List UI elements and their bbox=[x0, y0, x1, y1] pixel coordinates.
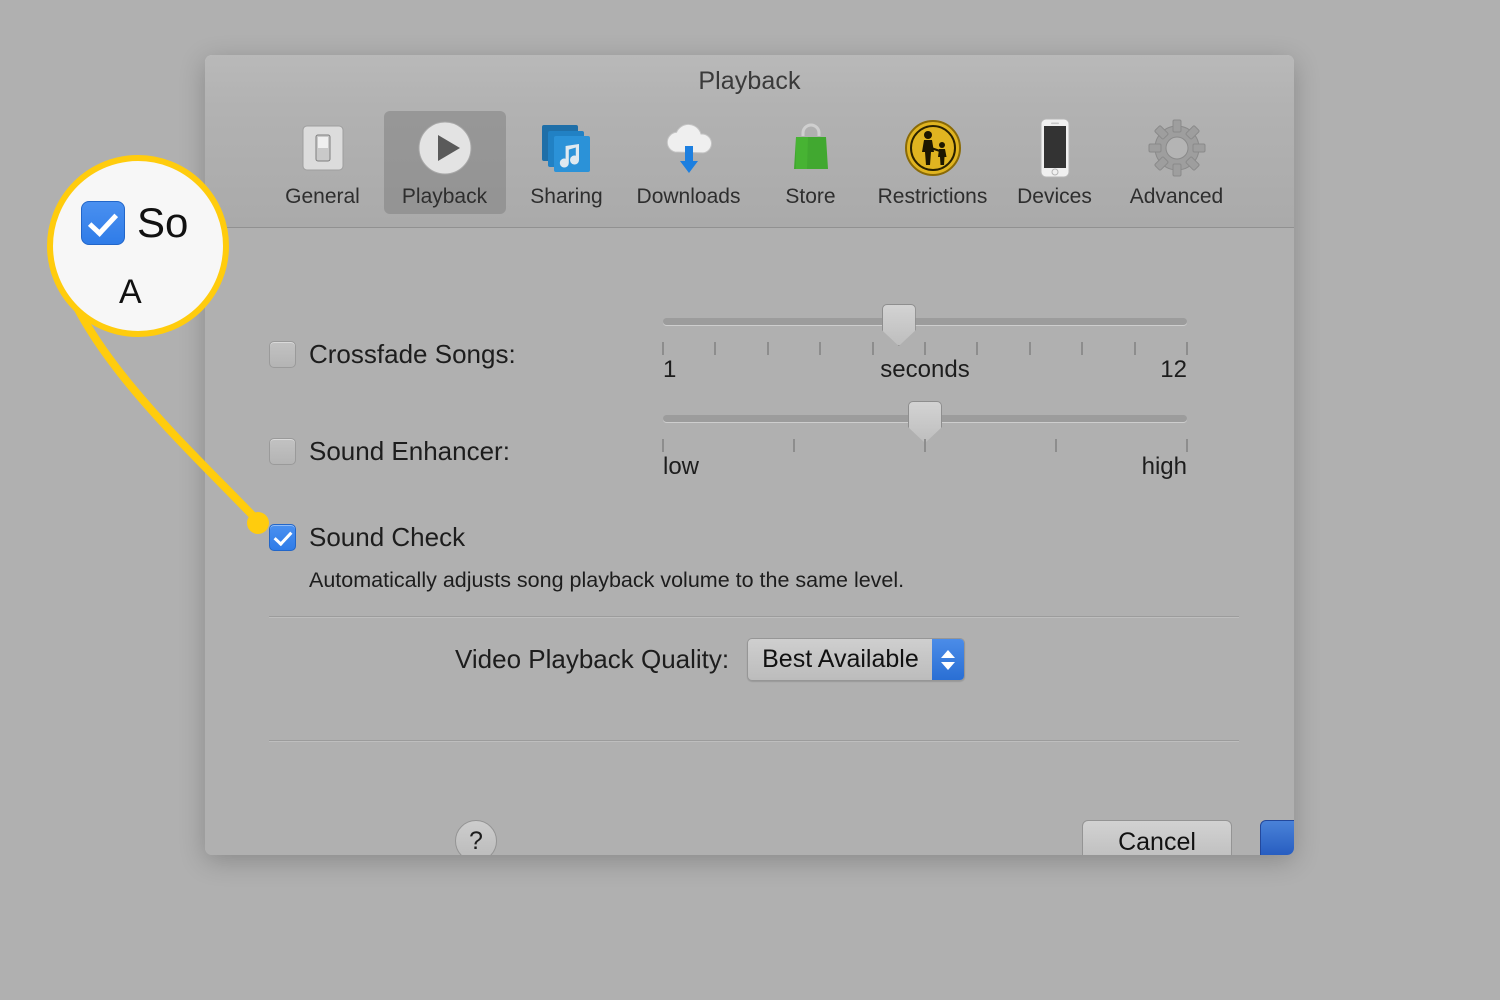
sound-enhancer-max-label: high bbox=[1141, 453, 1187, 480]
toolbar-item-label: Sharing bbox=[530, 185, 603, 208]
slider-tick bbox=[793, 439, 795, 452]
slider-tick bbox=[1055, 439, 1057, 452]
toolbar-item-restrictions[interactable]: Restrictions bbox=[872, 111, 994, 214]
separator-lower bbox=[269, 740, 1239, 742]
sound-enhancer-scale-labels: low high bbox=[663, 453, 1187, 483]
slider-tick bbox=[662, 439, 664, 452]
toolbar-item-label: Advanced bbox=[1129, 185, 1224, 208]
callout-content: So bbox=[81, 199, 188, 247]
magnifier-callout: So A bbox=[47, 155, 229, 337]
callout-zoom-text: So bbox=[137, 199, 189, 246]
chevron-down-icon bbox=[940, 661, 955, 670]
callout-target-dot bbox=[247, 512, 269, 534]
toolbar-item-general[interactable]: General bbox=[262, 111, 384, 214]
sound-enhancer-slider-ticks bbox=[662, 439, 1188, 453]
iphone-icon bbox=[1024, 117, 1086, 179]
slider-tick bbox=[714, 342, 717, 355]
music-stack-icon bbox=[536, 117, 598, 179]
crossfade-songs-row: Crossfade Songs: bbox=[269, 339, 516, 370]
callout-sound-check-checkbox bbox=[81, 201, 125, 245]
slider-tick bbox=[819, 342, 822, 355]
parental-controls-icon bbox=[902, 117, 964, 179]
chevron-up-icon bbox=[940, 649, 955, 658]
sound-enhancer-row: Sound Enhancer: bbox=[269, 436, 510, 467]
sound-enhancer-label: Sound Enhancer: bbox=[309, 436, 510, 466]
crossfade-songs-checkbox[interactable] bbox=[269, 341, 296, 368]
ok-button[interactable]: OK bbox=[1260, 820, 1294, 855]
callout-zoom-subtext: A bbox=[119, 273, 142, 311]
separator-upper bbox=[269, 616, 1239, 618]
gear-icon bbox=[1146, 117, 1208, 179]
toolbar-item-downloads[interactable]: Downloads bbox=[628, 111, 750, 214]
slider-tick bbox=[766, 342, 769, 355]
slider-tick bbox=[662, 342, 664, 355]
toolbar-item-label: Downloads bbox=[636, 185, 741, 208]
toolbar-item-label: Store bbox=[785, 185, 836, 208]
chevron-updown-icon[interactable] bbox=[931, 639, 964, 680]
playback-settings-pane: Crossfade Songs: 1 seconds 12 Sound Enha… bbox=[205, 228, 1294, 855]
toolbar-item-devices[interactable]: Devices bbox=[994, 111, 1116, 214]
crossfade-slider-thumb[interactable] bbox=[881, 304, 916, 346]
slider-tick bbox=[1133, 342, 1136, 355]
slider-tick bbox=[1186, 342, 1188, 355]
toolbar-item-label: Devices bbox=[1017, 185, 1092, 208]
sound-check-description: Automatically adjusts song playback volu… bbox=[309, 568, 905, 592]
slider-tick bbox=[1186, 439, 1188, 452]
window-title: Playback bbox=[698, 66, 801, 95]
cancel-button-label: Cancel bbox=[1118, 827, 1196, 856]
crossfade-unit-label: seconds bbox=[880, 356, 970, 383]
sound-check-row: Sound Check bbox=[269, 522, 465, 553]
sound-enhancer-min-label: low bbox=[663, 453, 700, 480]
help-button-label: ? bbox=[469, 826, 483, 855]
cancel-button[interactable]: Cancel bbox=[1082, 820, 1232, 855]
light-switch-icon bbox=[292, 117, 354, 179]
crossfade-slider-track[interactable] bbox=[663, 318, 1187, 325]
preferences-toolbar: General Playback Sharing Downloads Store… bbox=[205, 107, 1294, 228]
crossfade-songs-label: Crossfade Songs: bbox=[309, 339, 516, 369]
crossfade-slider-ticks bbox=[662, 342, 1188, 356]
slider-tick bbox=[1081, 342, 1084, 355]
video-quality-label: Video Playback Quality: bbox=[455, 644, 730, 674]
video-quality-row: Video Playback Quality: Best Available bbox=[455, 638, 965, 681]
slider-tick bbox=[976, 342, 979, 355]
window-titlebar: Playback bbox=[205, 55, 1294, 107]
video-quality-value: Best Available bbox=[762, 645, 919, 673]
slider-tick bbox=[1028, 342, 1031, 355]
crossfade-min-label: 1 bbox=[663, 356, 677, 383]
play-circle-icon bbox=[414, 117, 476, 179]
slider-tick bbox=[924, 439, 926, 452]
shopping-bag-icon bbox=[780, 117, 842, 179]
toolbar-item-label: General bbox=[285, 185, 360, 208]
preferences-window: Playback General Playback Sharing Downlo… bbox=[205, 55, 1294, 855]
sound-enhancer-checkbox[interactable] bbox=[269, 438, 296, 465]
help-button[interactable]: ? bbox=[455, 820, 497, 855]
toolbar-item-label: Playback bbox=[401, 185, 488, 208]
toolbar-item-advanced[interactable]: Advanced bbox=[1116, 111, 1238, 214]
toolbar-item-playback[interactable]: Playback bbox=[383, 111, 506, 214]
toolbar-item-label: Restrictions bbox=[877, 185, 988, 208]
toolbar-item-sharing[interactable]: Sharing bbox=[506, 111, 628, 214]
sound-check-checkbox[interactable] bbox=[269, 524, 296, 551]
sound-check-label: Sound Check bbox=[309, 522, 466, 552]
crossfade-scale-labels: 1 seconds 12 bbox=[663, 356, 1187, 386]
crossfade-max-label: 12 bbox=[1160, 356, 1187, 383]
cloud-download-icon bbox=[658, 117, 720, 179]
slider-tick bbox=[871, 342, 874, 355]
sound-enhancer-slider-thumb[interactable] bbox=[908, 401, 942, 443]
slider-tick bbox=[924, 342, 926, 355]
toolbar-item-store[interactable]: Store bbox=[750, 111, 872, 214]
video-quality-popup-button[interactable]: Best Available bbox=[747, 638, 965, 681]
